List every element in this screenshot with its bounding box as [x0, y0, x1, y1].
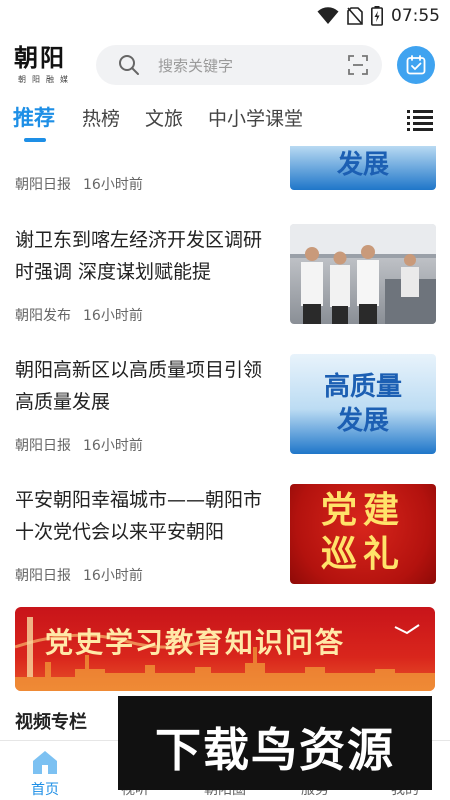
nav-home[interactable]: 首页 [0, 741, 90, 800]
nav-label: 首页 [31, 782, 59, 798]
search-icon [119, 55, 139, 75]
news-thumbnail: 发展 [290, 146, 436, 190]
photo-people-image [290, 224, 436, 324]
news-time: 16小时前 [83, 308, 143, 324]
news-source: 朝阳发布 [15, 308, 71, 324]
menu-icon[interactable] [407, 109, 433, 131]
tab-hot[interactable]: 热榜 [82, 104, 120, 131]
news-title: 朝阳高新区以高质量项目引领高质量发展 [15, 359, 263, 413]
section-title-video: 视频专栏 [15, 712, 87, 733]
watermark-text: 下载鸟资源 [155, 723, 395, 777]
news-item[interactable]: 朝阳高新区以高质量项目引领高质量发展 朝阳日报 16小时前 高质量 发展 [0, 351, 450, 471]
tab-culture-travel[interactable]: 文旅 [145, 104, 183, 131]
tab-school-class[interactable]: 中小学课堂 [208, 104, 303, 131]
thumbnail-text: 高质量 [323, 372, 402, 402]
channel-tabs: 推荐 热榜 文旅 中小学课堂 [0, 100, 450, 146]
thumbnail-text: 党建 [320, 490, 405, 531]
thumbnail-text: 巡礼 [320, 534, 405, 575]
home-icon [33, 751, 57, 774]
news-meta: 朝阳日报 16小时前 [15, 565, 143, 585]
news-meta: 朝阳日报 16小时前 [15, 435, 143, 455]
news-time: 16小时前 [83, 568, 143, 584]
news-source: 朝阳日报 [15, 177, 71, 193]
tab-indicator [24, 138, 46, 142]
logo-subtext: 朝阳融媒 [18, 75, 74, 84]
news-item[interactable]: 谢卫东到喀左经济开发区调研时强调 深度谋划赋能提 朝阳发布 16小时前 [0, 221, 450, 341]
app-logo[interactable]: 朝阳 朝阳融媒 [14, 44, 78, 88]
app-header: 朝阳 朝阳融媒 搜索关键字 [0, 40, 450, 92]
thumbnail-text: 发展 [336, 406, 389, 436]
wifi-icon [317, 7, 339, 24]
thumbnail-text: 发展 [336, 150, 389, 180]
news-thumbnail: 党建 巡礼 [290, 484, 436, 584]
news-meta: 朝阳日报 16小时前 [15, 174, 143, 194]
news-source: 朝阳日报 [15, 568, 71, 584]
watermark-overlay: 下载鸟资源 [118, 696, 432, 790]
calendar-button[interactable] [397, 46, 435, 84]
party-history-banner[interactable]: 党史学习教育知识问答 [15, 607, 435, 691]
calendar-icon [406, 55, 426, 75]
news-item[interactable]: 朝阳日报 16小时前 发展 [0, 146, 450, 210]
news-thumbnail [290, 224, 436, 324]
scan-icon[interactable] [348, 55, 368, 75]
battery-charging-icon [371, 6, 383, 26]
news-title: 谢卫东到喀左经济开发区调研时强调 深度谋划赋能提 [15, 229, 263, 283]
news-item[interactable]: 平安朝阳幸福城市——朝阳市十次党代会以来平安朝阳 朝阳日报 16小时前 党建 巡礼 [0, 482, 450, 602]
news-meta: 朝阳发布 16小时前 [15, 305, 143, 325]
status-icons: 07:55 [317, 4, 440, 28]
tab-recommend[interactable]: 推荐 [13, 102, 55, 132]
search-placeholder: 搜索关键字 [158, 57, 234, 75]
news-time: 16小时前 [83, 438, 143, 454]
status-time: 07:55 [391, 6, 440, 26]
logo-text: 朝阳 [14, 43, 66, 72]
news-feed: 朝阳日报 16小时前 发展 谢卫东到喀左经济开发区调研时强调 深度谋划赋能提 朝阳… [0, 146, 450, 736]
news-source: 朝阳日报 [15, 438, 71, 454]
news-thumbnail: 高质量 发展 [290, 354, 436, 454]
news-title: 平安朝阳幸福城市——朝阳市十次党代会以来平安朝阳 [15, 489, 263, 543]
banner-title: 党史学习教育知识问答 [45, 626, 346, 659]
status-bar: 07:55 [0, 0, 450, 32]
search-input[interactable]: 搜索关键字 [96, 45, 382, 85]
news-time: 16小时前 [83, 177, 143, 193]
no-sim-icon [347, 7, 363, 25]
